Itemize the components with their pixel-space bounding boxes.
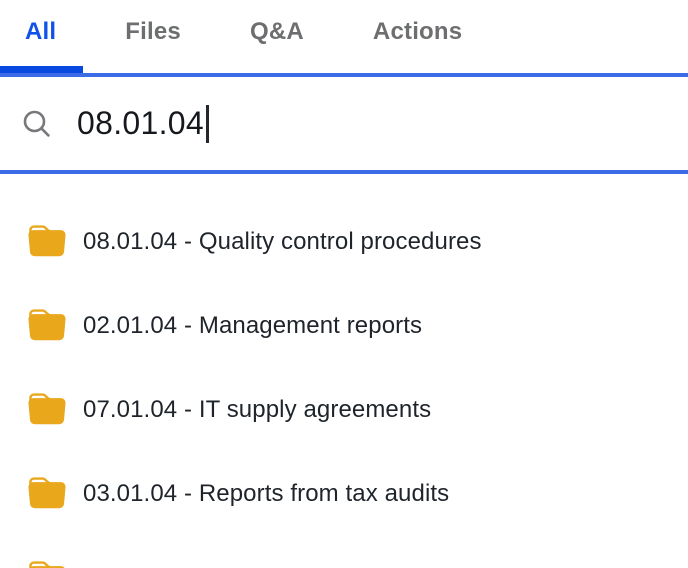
result-label: 07.01.04 - IT supply agreements (83, 396, 431, 424)
search-bar[interactable]: 08.01.04 (0, 77, 688, 174)
search-results-list: 08.01.04 - Quality control procedures 02… (0, 174, 688, 568)
tab-bar-underline (0, 73, 688, 77)
folder-icon (28, 391, 66, 429)
result-label: 03.01.04 - Reports from tax audits (83, 480, 449, 508)
tab-qa[interactable]: Q&A (250, 18, 304, 46)
folder-icon (28, 559, 66, 568)
search-icon (21, 108, 53, 140)
tab-bar: All Files Q&A Actions (0, 0, 688, 77)
search-input[interactable]: 08.01.04 (77, 105, 204, 142)
result-label: 08.01.04 - Quality control procedures (83, 228, 482, 256)
tab-all[interactable]: All (25, 18, 56, 46)
result-row-folder[interactable]: 08.01.04 - Quality control procedures (0, 200, 688, 284)
search-panel: All Files Q&A Actions 08.01.04 (0, 0, 688, 568)
result-row-folder[interactable]: 02.01.04 - Management reports (0, 284, 688, 368)
result-row-folder[interactable] (0, 536, 688, 568)
result-row-folder[interactable]: 03.01.04 - Reports from tax audits (0, 452, 688, 536)
tab-qa-label: Q&A (250, 18, 304, 45)
tab-actions-label: Actions (373, 18, 462, 45)
text-cursor (206, 105, 209, 143)
tab-files-label: Files (125, 18, 181, 45)
folder-icon (28, 223, 66, 261)
tab-actions[interactable]: Actions (373, 18, 462, 46)
folder-icon (28, 475, 66, 513)
active-tab-indicator (0, 66, 83, 73)
folder-icon (28, 307, 66, 345)
result-row-folder[interactable]: 07.01.04 - IT supply agreements (0, 368, 688, 452)
tab-files[interactable]: Files (125, 18, 181, 46)
tab-all-label: All (25, 18, 56, 45)
result-label: 02.01.04 - Management reports (83, 312, 422, 340)
